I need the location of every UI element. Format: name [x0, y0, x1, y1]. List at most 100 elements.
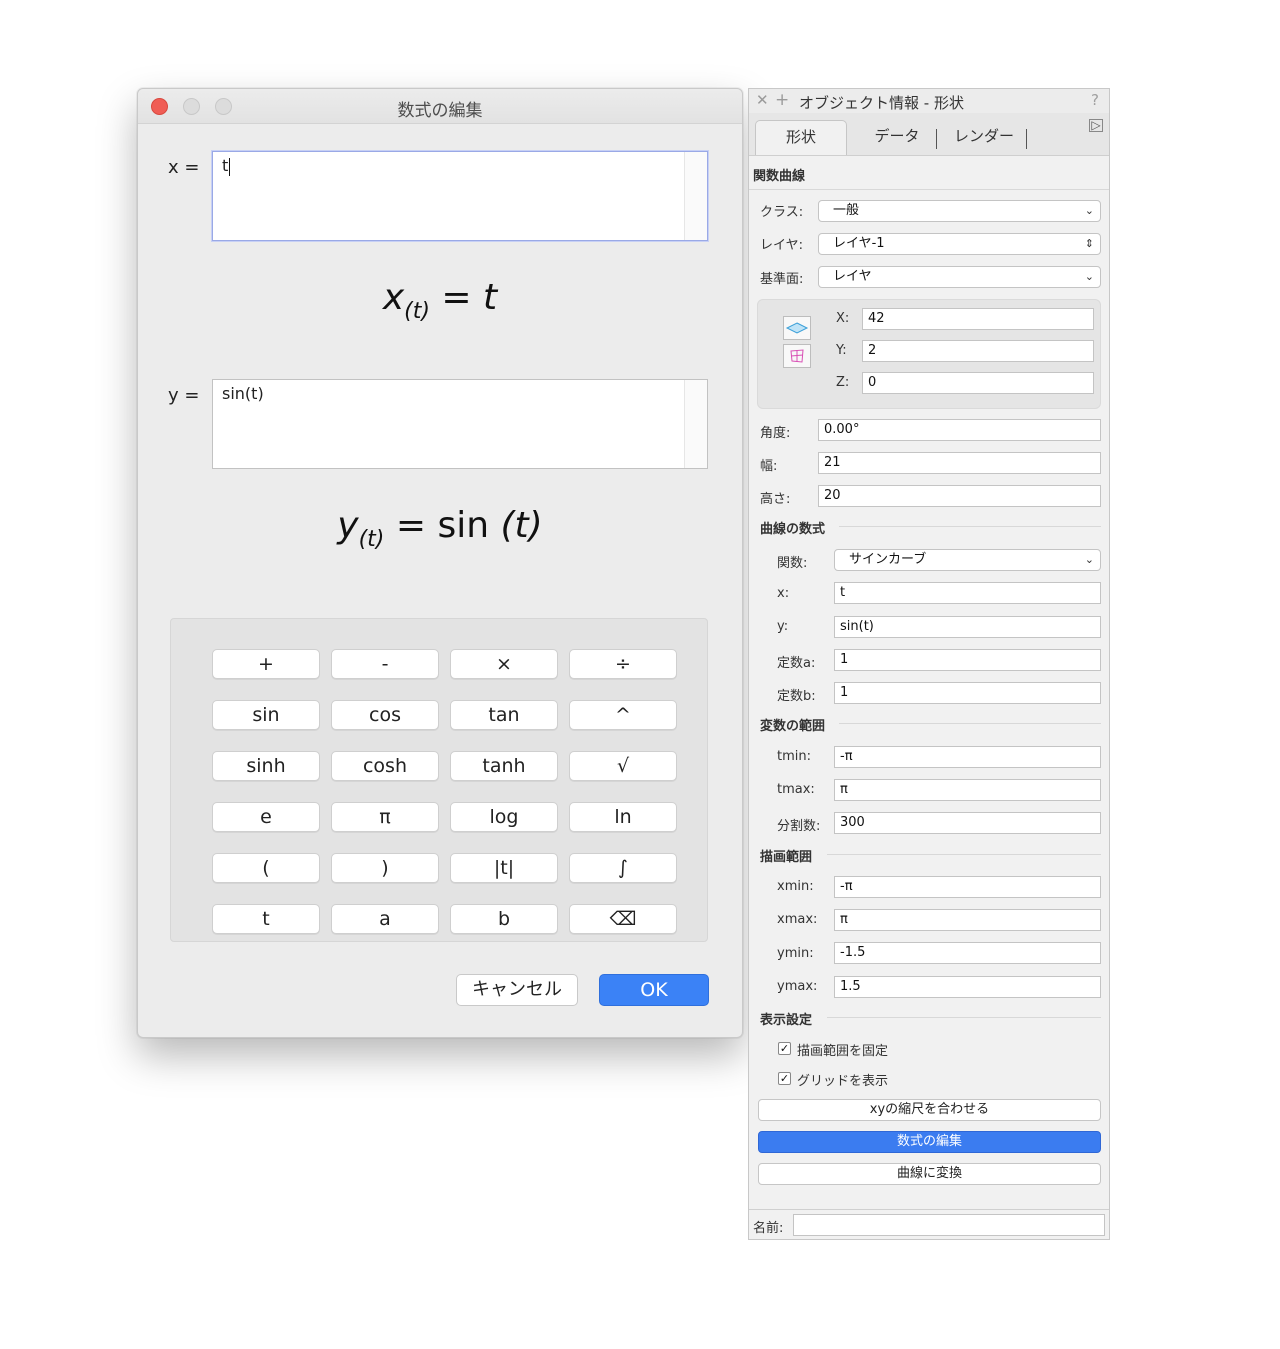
palette-tabs: 形状 データ レンダー ▷ — [749, 113, 1109, 156]
plane-view-icon[interactable] — [783, 316, 811, 340]
keypad-key[interactable]: ⌫ — [569, 904, 677, 934]
layer-label: レイヤ: — [760, 238, 803, 253]
tab-shape[interactable]: 形状 — [755, 120, 847, 155]
variable-range-section: 変数の範囲 — [760, 719, 826, 734]
y-equation-label: y = — [168, 385, 200, 406]
name-field[interactable] — [793, 1214, 1105, 1236]
ymax-field[interactable]: 1.5 — [834, 976, 1101, 998]
keypad-key[interactable]: π — [331, 802, 439, 832]
3d-view-icon[interactable] — [783, 344, 811, 368]
curve-x-field[interactable]: t — [834, 582, 1101, 604]
ymin-field[interactable]: -1.5 — [834, 942, 1101, 964]
curve-formula-section: 曲線の数式 — [760, 522, 826, 537]
tab-render[interactable]: レンダー — [941, 120, 1027, 155]
x-expression-input[interactable]: t — [212, 151, 708, 241]
fix-range-checkbox[interactable]: ✓ — [778, 1042, 791, 1055]
keypad-key[interactable]: ln — [569, 802, 677, 832]
x-formula-rhs: t — [483, 277, 498, 318]
y-formula-preview: y(t) = sin (t) — [138, 505, 742, 552]
curve-y-label: y: — [777, 619, 789, 634]
y-formula-sub: (t) — [358, 527, 385, 552]
coordinate-group: X: 42 Y: 2 Z: 0 — [757, 299, 1101, 409]
tab-data[interactable]: データ — [857, 120, 937, 155]
keypad-key[interactable]: cos — [331, 700, 439, 730]
divisions-label: 分割数: — [777, 819, 821, 834]
y-coord-field[interactable]: 2 — [862, 340, 1094, 362]
y-expression-scrollbar[interactable] — [684, 380, 707, 468]
y-expression-input[interactable]: sin(t) — [212, 379, 708, 469]
class-select-value: 一般 — [833, 203, 860, 218]
palette-menu-icon[interactable]: ▷ — [1089, 119, 1103, 132]
draw-range-section: 描画範囲 — [760, 850, 813, 865]
convert-to-curve-button[interactable]: 曲線に変換 — [758, 1163, 1101, 1185]
object-info-palette: ✕ + オブジェクト情報 - 形状 ? 形状 データ レンダー ▷ 関数曲線 ク… — [748, 88, 1110, 1240]
ok-button[interactable]: OK — [599, 974, 709, 1006]
keypad-key[interactable]: tan — [450, 700, 558, 730]
help-icon[interactable]: ? — [1091, 91, 1099, 109]
plane-label: 基準面: — [760, 272, 804, 287]
function-select[interactable]: サインカーブ ⌄ — [834, 549, 1101, 571]
angle-field[interactable]: 0.00° — [818, 419, 1101, 441]
cancel-button[interactable]: キャンセル — [456, 974, 578, 1006]
palette-titlebar[interactable]: ✕ + オブジェクト情報 - 形状 ? — [749, 89, 1109, 114]
keypad-key[interactable]: sin — [212, 700, 320, 730]
divisions-field[interactable]: 300 — [834, 812, 1101, 834]
show-grid-checkbox[interactable]: ✓ — [778, 1072, 791, 1085]
keypad-key[interactable]: b — [450, 904, 558, 934]
xmin-field[interactable]: -π — [834, 876, 1101, 898]
layer-select[interactable]: レイヤ-1 ⇕ — [818, 233, 1101, 255]
text-caret — [229, 157, 231, 176]
height-field[interactable]: 20 — [818, 485, 1101, 507]
keypad-key[interactable]: ( — [212, 853, 320, 883]
xmin-label: xmin: — [777, 879, 814, 894]
match-scale-button[interactable]: xyの縮尺を合わせる — [758, 1099, 1101, 1121]
updown-icon: ⇕ — [1084, 237, 1094, 250]
plane-select[interactable]: レイヤ ⌄ — [818, 266, 1101, 288]
constant-b-field[interactable]: 1 — [834, 682, 1101, 704]
height-label: 高さ: — [760, 492, 791, 507]
keypad-key[interactable]: a — [331, 904, 439, 934]
expand-icon[interactable]: + — [775, 90, 789, 110]
x-formula-sub: (t) — [404, 299, 430, 324]
x-equation-label: x = — [168, 157, 200, 178]
x-expression-scrollbar[interactable] — [684, 152, 707, 240]
keypad-key[interactable]: √ — [569, 751, 677, 781]
keypad-key[interactable]: e — [212, 802, 320, 832]
y-formula-fn: sin — [437, 505, 490, 546]
z-coord-field[interactable]: 0 — [862, 372, 1094, 394]
tmax-field[interactable]: π — [834, 779, 1101, 801]
palette-title: オブジェクト情報 - 形状 — [799, 94, 964, 112]
edit-formula-button[interactable]: 数式の編集 — [758, 1131, 1101, 1153]
keypad-key[interactable]: |t| — [450, 853, 558, 883]
dialog-titlebar[interactable]: 数式の編集 — [138, 89, 742, 124]
keypad-key[interactable]: + — [212, 649, 320, 679]
x-formula-eq: = — [441, 277, 472, 318]
keypad-key[interactable]: ) — [331, 853, 439, 883]
class-select[interactable]: 一般 ⌄ — [818, 200, 1101, 222]
x-expression-text: t — [222, 156, 229, 175]
keypad-key[interactable]: cosh — [331, 751, 439, 781]
x-coord-field[interactable]: 42 — [862, 308, 1094, 330]
keypad-key[interactable]: sinh — [212, 751, 320, 781]
width-label: 幅: — [760, 459, 778, 474]
constant-a-field[interactable]: 1 — [834, 649, 1101, 671]
width-field[interactable]: 21 — [818, 452, 1101, 474]
xmax-field[interactable]: π — [834, 909, 1101, 931]
keypad-key[interactable]: ÷ — [569, 649, 677, 679]
curve-y-field[interactable]: sin(t) — [834, 616, 1101, 638]
keypad-key[interactable]: t — [212, 904, 320, 934]
y-expression-text: sin(t) — [222, 384, 264, 403]
tmin-field[interactable]: -π — [834, 746, 1101, 768]
tab-separator — [936, 129, 937, 149]
curve-x-label: x: — [777, 586, 790, 601]
class-label: クラス: — [760, 205, 804, 220]
keypad-key[interactable]: × — [450, 649, 558, 679]
keypad-key[interactable]: ^ — [569, 700, 677, 730]
close-icon[interactable]: ✕ — [756, 91, 769, 109]
keypad-key[interactable]: ∫ — [569, 853, 677, 883]
keypad-key[interactable]: tanh — [450, 751, 558, 781]
keypad-key[interactable]: - — [331, 649, 439, 679]
dialog-title: 数式の編集 — [397, 101, 483, 121]
chevron-down-icon: ⌄ — [1084, 270, 1094, 283]
keypad-key[interactable]: log — [450, 802, 558, 832]
